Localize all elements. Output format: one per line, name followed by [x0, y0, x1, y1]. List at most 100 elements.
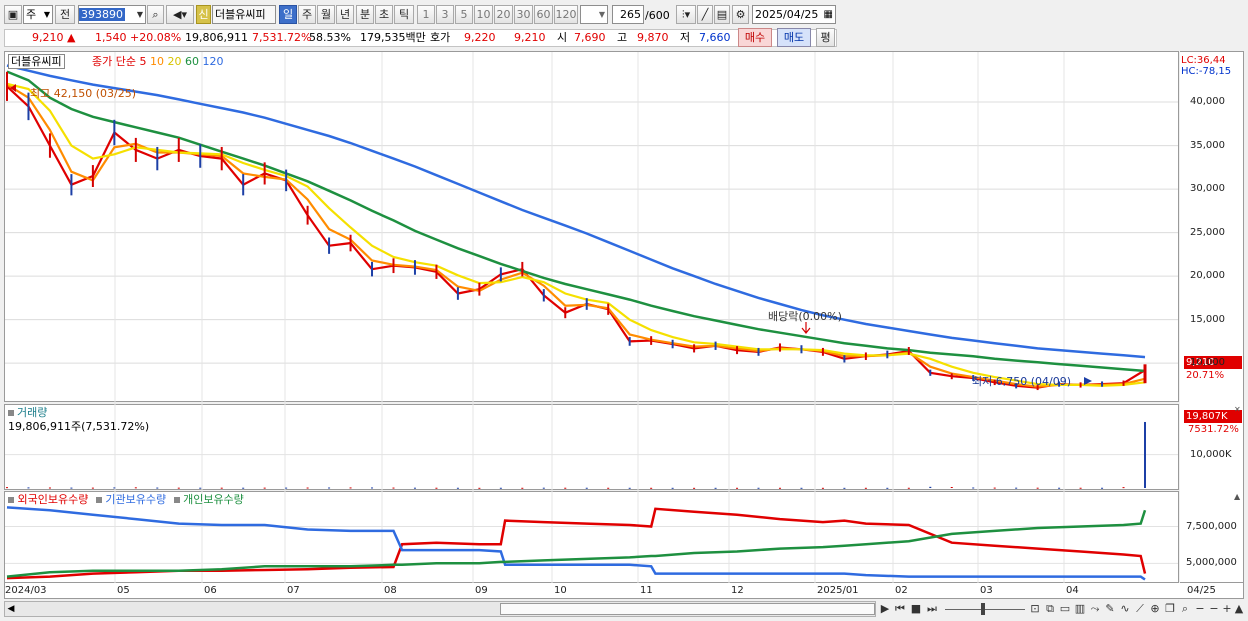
- lock-icon[interactable]: ⊕: [1148, 600, 1162, 618]
- draw-icon[interactable]: ✎: [1103, 600, 1117, 618]
- volume-bar: [1144, 421, 1146, 488]
- stop-icon[interactable]: ■: [909, 600, 923, 618]
- ma-legend-5: 5: [139, 55, 147, 68]
- volume-bar: [478, 487, 481, 489]
- fit-icon[interactable]: ⊡: [1028, 600, 1042, 618]
- x-tick-label: 12: [731, 585, 744, 596]
- volume-bar: [821, 487, 824, 489]
- price-y-tick: 25,000: [1190, 226, 1225, 238]
- volume-bar: [693, 487, 696, 489]
- rewind-icon[interactable]: ⏮: [893, 600, 907, 618]
- volume-bar: [950, 487, 953, 488]
- forward-icon[interactable]: ⏭: [925, 600, 939, 618]
- x-tick-label: 04: [1066, 585, 1079, 596]
- volume-bar: [48, 487, 51, 489]
- legend-marker: [8, 497, 14, 503]
- price-y-tick: 40,000: [1190, 96, 1225, 108]
- volume-bar: [1036, 487, 1039, 489]
- slider-handle[interactable]: [981, 603, 985, 615]
- min-annotation: 최저 6,750 (04/09): [972, 375, 1072, 388]
- x-tick-label: 10: [554, 585, 567, 596]
- chart-window: ▣ 주 ▼ 전 393890 ▼ ⌕ ◀▾ 신 더블유씨피 일 주 월 년 분 초 …: [0, 0, 1248, 621]
- ruler-icon[interactable]: ⟋: [1133, 600, 1147, 618]
- legend-marker: [8, 410, 14, 416]
- x-tick-label: 03: [980, 585, 993, 596]
- volume-bar: [521, 487, 524, 489]
- volume-bar: [907, 487, 910, 489]
- volume-bar: [972, 487, 975, 489]
- scroll-right-icon[interactable]: ▶: [879, 600, 891, 618]
- ma-60-line: [6, 70, 1146, 373]
- box-zoom-icon[interactable]: ⧉: [1043, 600, 1057, 618]
- volume-bar: [220, 487, 223, 489]
- volume-bar: [113, 487, 116, 489]
- scroll-thumb[interactable]: [500, 603, 875, 615]
- expand-icon[interactable]: ▲: [1233, 600, 1245, 618]
- ma-legend-10: 10: [149, 55, 164, 68]
- x-tick-label: 02: [895, 585, 908, 596]
- volume-bar: [306, 487, 309, 489]
- volume-bar: [736, 487, 739, 489]
- copy-icon[interactable]: ❐: [1163, 600, 1177, 618]
- ma-120-line: [6, 64, 1146, 359]
- volume-bar: [864, 487, 867, 489]
- volume-bar: [671, 487, 674, 489]
- volume-bar: [1058, 487, 1061, 489]
- volume-y-tick: 10,000K: [1190, 448, 1232, 460]
- price-y-tick: 35,000: [1190, 139, 1225, 151]
- ma-legend-120: 120: [202, 55, 224, 68]
- zoom-slider[interactable]: [945, 603, 1025, 615]
- volume-bar: [1101, 487, 1104, 489]
- volume-bar: [929, 486, 932, 488]
- volume-bar: [349, 487, 352, 489]
- x-tick-label: 04/25: [1187, 585, 1216, 596]
- volume-bar: [714, 487, 717, 489]
- trend-icon[interactable]: ⤳: [1088, 600, 1102, 618]
- max-annotation: 최고 42,150 (03/25): [30, 87, 137, 100]
- holdings-legend: 외국인보유수량 기관보유수량 개인보유수량: [8, 493, 244, 506]
- dividend-marker: [801, 322, 811, 334]
- x-tick-label: 08: [384, 585, 397, 596]
- x-tick-label: 2024/03: [5, 585, 47, 596]
- volume-bar: [456, 487, 459, 489]
- volume-bar: [392, 487, 395, 489]
- volume-bar: [6, 487, 8, 489]
- dividend-annotation: 배당락(0.00%): [768, 310, 842, 323]
- wave-icon[interactable]: ∿: [1118, 600, 1132, 618]
- volume-bar: [263, 487, 266, 489]
- volume-bar: [413, 487, 416, 489]
- holdings-y-tick: 7,500,000: [1186, 520, 1237, 532]
- volume-bar: [27, 487, 30, 489]
- x-tick-label: 07: [287, 585, 300, 596]
- ma-legend: 종가 단순 5 10 20 60 120: [92, 55, 223, 68]
- hc-label: HC:-78,15: [1181, 66, 1232, 77]
- window-icon[interactable]: ▭: [1058, 600, 1072, 618]
- chart-type-icon[interactable]: ▥: [1073, 600, 1087, 618]
- horizontal-scrollbar[interactable]: ◀: [4, 601, 876, 617]
- ma-legend-60: 60: [184, 55, 199, 68]
- x-tick-label: 2025/01: [817, 585, 859, 596]
- volume-bar: [778, 487, 781, 489]
- minus-icon[interactable]: −: [1208, 600, 1220, 618]
- collapse-icon[interactable]: ▲: [1234, 493, 1242, 501]
- holdings-y-tick: 5,000,000: [1186, 557, 1237, 569]
- price-y-tick: 10,000: [1190, 357, 1225, 369]
- close-icon[interactable]: ✕: [1234, 406, 1242, 414]
- volume-bar: [199, 487, 202, 489]
- holdings-line: [6, 507, 1147, 580]
- ma-legend-20: 20: [167, 55, 182, 68]
- volume-bar: [1015, 487, 1018, 489]
- volume-bar: [886, 487, 889, 489]
- scroll-left-icon[interactable]: ◀: [5, 602, 17, 616]
- x-tick-label: 05: [117, 585, 130, 596]
- volume-bar: [607, 487, 610, 489]
- volume-bar: [650, 487, 653, 489]
- magnifier-icon[interactable]: ⌕: [1178, 600, 1192, 618]
- price-y-tick: 30,000: [1190, 183, 1225, 195]
- zoom-in-icon[interactable]: +: [1221, 600, 1233, 618]
- volume-last-pct: 7531.72%: [1188, 424, 1239, 435]
- volume-value-label: 19,806,911주(7,531.72%): [8, 420, 150, 433]
- volume-bar: [542, 487, 545, 489]
- volume-bar: [134, 487, 137, 489]
- zoom-out-icon[interactable]: −: [1194, 600, 1206, 618]
